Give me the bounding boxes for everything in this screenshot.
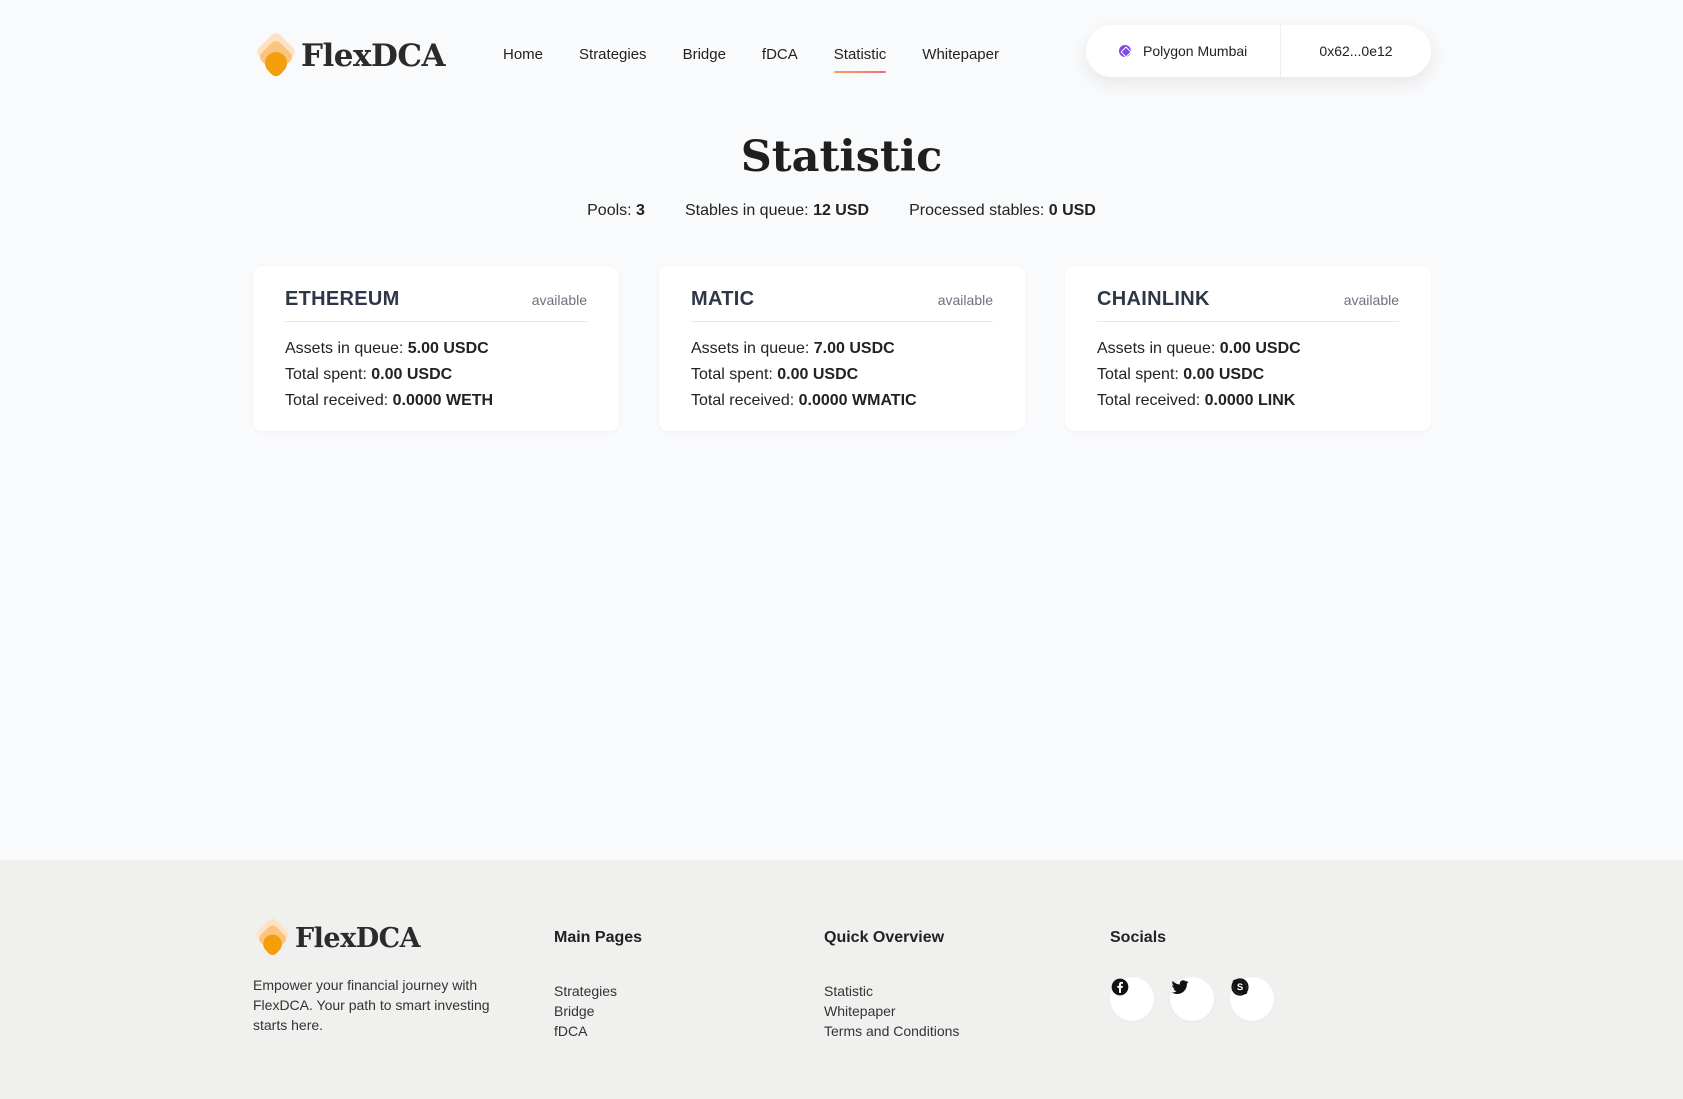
footer-link-bridge[interactable]: Bridge: [554, 1001, 642, 1021]
pool-spent-value: 0.00 USDC: [777, 366, 859, 383]
nav-whitepaper[interactable]: Whitepaper: [922, 46, 999, 73]
pool-name: CHAINLINK: [1097, 288, 1210, 310]
pool-card-header: MATIC available: [691, 288, 993, 322]
footer-link-fdca[interactable]: fDCA: [554, 1021, 642, 1041]
pool-card-chainlink: CHAINLINK available Assets in queue: 0.0…: [1065, 266, 1431, 431]
pool-received-row: Total received: 0.0000 LINK: [1097, 388, 1399, 414]
network-selector-button[interactable]: Polygon Mumbai: [1086, 25, 1281, 77]
summary-processed-value: 0 USD: [1048, 202, 1096, 219]
pool-status: available: [937, 292, 993, 308]
summary-pools-label: Pools:: [587, 202, 632, 219]
footer-main-pages: Main Pages Strategies Bridge fDCA: [554, 929, 642, 1041]
nav-fdca[interactable]: fDCA: [762, 46, 798, 73]
wallet-address: 0x62...0e12: [1319, 43, 1393, 59]
twitter-icon: [1171, 980, 1189, 994]
pool-spent-row: Total spent: 0.00 USDC: [285, 362, 587, 388]
wallet-address-button[interactable]: 0x62...0e12: [1281, 25, 1431, 77]
page-title: Statistic: [740, 132, 943, 182]
pool-queue-row: Assets in queue: 0.00 USDC: [1097, 336, 1399, 362]
site-header: FlexDCA Home Strategies Bridge fDCA Stat…: [0, 0, 1683, 110]
pool-queue-row: Assets in queue: 5.00 USDC: [285, 336, 587, 362]
pool-received-value: 0.0000 LINK: [1204, 392, 1296, 409]
footer-description: Empower your financial journey with Flex…: [253, 977, 490, 1033]
stats-summary: Pools: 3 Stables in queue: 12 USD Proces…: [0, 202, 1683, 220]
pool-spent-row: Total spent: 0.00 USDC: [1097, 362, 1399, 388]
footer-socials: Socials: [1110, 929, 1290, 1021]
pool-name: MATIC: [691, 288, 755, 310]
polygon-network-icon: [1119, 45, 1131, 57]
pool-received-value: 0.0000 WMATIC: [798, 392, 917, 409]
footer-socials-title: Socials: [1110, 929, 1167, 946]
pool-queue-row: Assets in queue: 7.00 USDC: [691, 336, 993, 362]
footer-link-strategies[interactable]: Strategies: [554, 981, 642, 1001]
footer-link-terms[interactable]: Terms and Conditions: [824, 1021, 959, 1041]
pool-received-label: Total received:: [285, 392, 389, 409]
summary-pools: Pools: 3: [587, 202, 645, 220]
network-name: Polygon Mumbai: [1143, 43, 1248, 59]
nav-bridge[interactable]: Bridge: [683, 46, 726, 73]
pool-card-ethereum: ETHEREUM available Assets in queue: 5.00…: [253, 266, 619, 431]
twitter-button[interactable]: [1170, 977, 1214, 1021]
pool-spent-value: 0.00 USDC: [1183, 366, 1265, 383]
pool-queue-value: 7.00 USDC: [813, 340, 895, 357]
pool-received-row: Total received: 0.0000 WMATIC: [691, 388, 993, 414]
summary-queue-value: 12 USD: [813, 202, 870, 219]
footer-quick-overview-title: Quick Overview: [824, 929, 945, 946]
pool-received-value: 0.0000 WETH: [392, 392, 494, 409]
summary-pools-value: 3: [636, 202, 645, 219]
header-logo-link[interactable]: FlexDCA: [253, 30, 446, 82]
pool-spent-label: Total spent:: [1097, 366, 1179, 383]
pool-cards: ETHEREUM available Assets in queue: 5.00…: [253, 266, 1431, 431]
facebook-icon: [1111, 978, 1129, 996]
pool-spent-label: Total spent:: [691, 366, 773, 383]
nav-home[interactable]: Home: [503, 46, 543, 73]
pool-queue-value: 0.00 USDC: [1219, 340, 1301, 357]
pool-name: ETHEREUM: [285, 288, 400, 310]
footer-quick-overview: Quick Overview Statistic Whitepaper Term…: [824, 929, 959, 1041]
footer-link-whitepaper[interactable]: Whitepaper: [824, 1001, 959, 1021]
flexdca-logo-icon: [253, 30, 299, 79]
facebook-button[interactable]: [1110, 977, 1154, 1021]
skype-button[interactable]: [1230, 977, 1274, 1021]
pool-queue-label: Assets in queue:: [285, 340, 404, 357]
brand-name: FlexDCA: [301, 38, 446, 74]
main-nav: Home Strategies Bridge fDCA Statistic Wh…: [503, 46, 1035, 73]
pool-card-header: CHAINLINK available: [1097, 288, 1399, 322]
pool-card-header: ETHEREUM available: [285, 288, 587, 322]
flexdca-logo-icon: [253, 916, 292, 958]
pool-status: available: [531, 292, 587, 308]
nav-strategies[interactable]: Strategies: [579, 46, 647, 73]
footer-link-statistic[interactable]: Statistic: [824, 981, 959, 1001]
summary-queue-label: Stables in queue:: [684, 202, 809, 219]
skype-icon: [1231, 978, 1249, 996]
summary-processed-label: Processed stables:: [909, 202, 1045, 219]
footer-main-pages-title: Main Pages: [554, 929, 643, 946]
pool-spent-value: 0.00 USDC: [371, 366, 453, 383]
summary-processed: Processed stables: 0 USD: [909, 202, 1096, 220]
pool-spent-row: Total spent: 0.00 USDC: [691, 362, 993, 388]
pool-received-row: Total received: 0.0000 WETH: [285, 388, 587, 414]
footer-logo-link[interactable]: FlexDCA: [253, 916, 421, 959]
footer-brand-name: FlexDCA: [295, 922, 421, 954]
pool-queue-label: Assets in queue:: [1097, 340, 1216, 357]
summary-stables-queue: Stables in queue: 12 USD: [685, 202, 869, 220]
site-footer: FlexDCA Empower your financial journey w…: [0, 860, 1683, 1099]
wallet-widget: Polygon Mumbai 0x62...0e12: [1086, 25, 1431, 77]
pool-queue-label: Assets in queue:: [691, 340, 810, 357]
pool-card-matic: MATIC available Assets in queue: 7.00 US…: [659, 266, 1025, 431]
pool-received-label: Total received:: [1097, 392, 1201, 409]
nav-statistic[interactable]: Statistic: [833, 46, 886, 73]
pool-status: available: [1343, 292, 1399, 308]
pool-received-label: Total received:: [691, 392, 795, 409]
social-buttons: [1110, 977, 1290, 1021]
pool-spent-label: Total spent:: [285, 366, 367, 383]
pool-queue-value: 5.00 USDC: [407, 340, 489, 357]
